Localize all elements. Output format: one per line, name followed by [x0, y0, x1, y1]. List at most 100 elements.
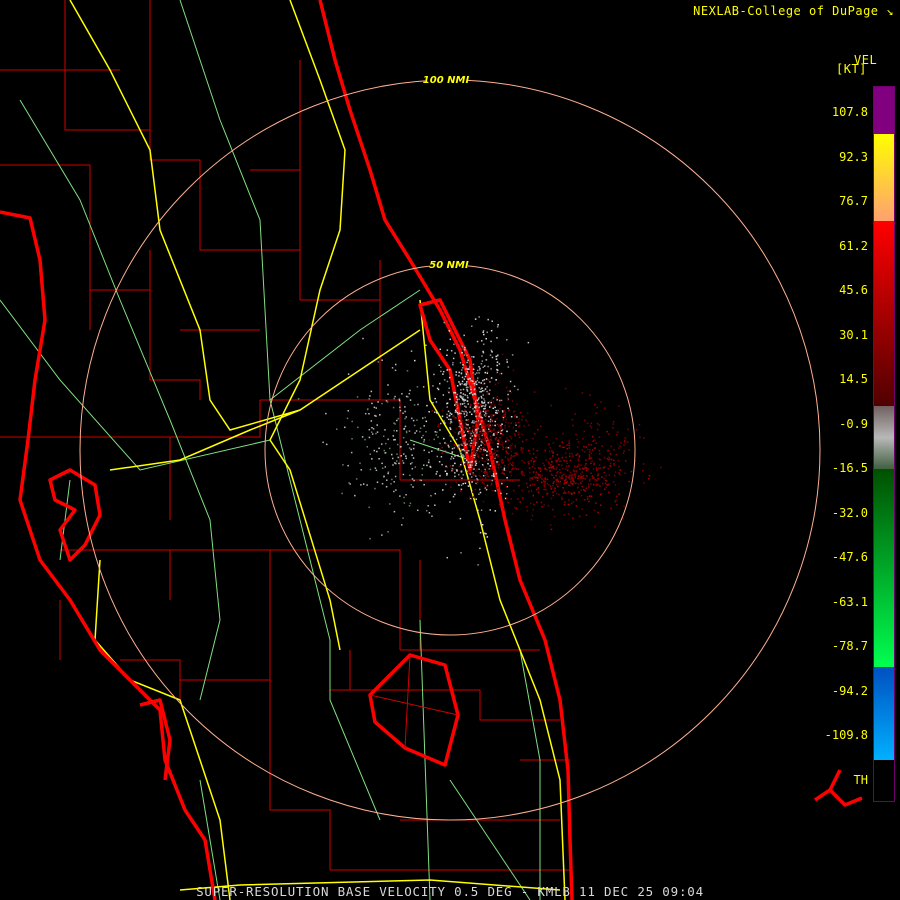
- echo-pixel: [477, 398, 480, 400]
- echo-pixel: [486, 393, 488, 395]
- echo-pixel: [623, 439, 626, 442]
- echo-pixel: [556, 492, 558, 495]
- echo-pixel: [569, 459, 572, 462]
- echo-pixel: [522, 472, 524, 474]
- echo-pixel: [425, 344, 427, 347]
- echo-pixel: [411, 417, 413, 420]
- echo-pixel: [521, 459, 524, 462]
- echo-pixel: [486, 390, 488, 393]
- echo-pixel: [485, 425, 487, 428]
- echo-pixel: [469, 464, 471, 466]
- echo-pixel: [347, 410, 349, 412]
- echo-pixel: [517, 433, 520, 436]
- echo-pixel: [396, 419, 398, 422]
- echo-pixel: [623, 450, 626, 452]
- echo-pixel: [477, 405, 480, 407]
- echo-pixel: [456, 470, 458, 472]
- range-ring-100: [79, 79, 821, 821]
- echo-pixel: [479, 531, 482, 534]
- echo-pixel: [528, 490, 530, 493]
- echo-pixel: [461, 367, 464, 369]
- echo-pixel: [376, 450, 378, 453]
- echo-pixel: [485, 337, 487, 340]
- echo-pixel: [471, 491, 474, 493]
- echo-pixel: [531, 466, 534, 468]
- echo-pixel: [589, 448, 591, 451]
- echo-pixel: [483, 430, 486, 432]
- echo-pixel: [603, 466, 606, 468]
- echo-pixel: [578, 515, 581, 518]
- echo-pixel: [556, 466, 558, 469]
- echo-pixel: [446, 380, 449, 383]
- echo-pixel: [454, 475, 456, 478]
- echo-pixel: [457, 435, 459, 437]
- echo-pixel: [480, 430, 483, 433]
- echo-pixel: [578, 456, 581, 458]
- echo-pixel: [608, 491, 610, 494]
- echo-pixel: [477, 564, 479, 566]
- echo-pixel: [394, 475, 397, 478]
- echo-pixel: [577, 459, 580, 462]
- echo-pixel: [464, 405, 466, 407]
- echo-pixel: [542, 462, 544, 465]
- echo-pixel: [451, 468, 454, 470]
- echo-pixel: [376, 424, 378, 426]
- echo-pixel: [603, 472, 605, 474]
- echo-pixel: [507, 459, 510, 462]
- echo-pixel: [484, 371, 487, 374]
- echo-pixel: [532, 453, 535, 455]
- echo-pixel: [456, 398, 459, 401]
- echo-pixel: [565, 479, 567, 481]
- echo-pixel: [428, 451, 430, 454]
- echo-pixel: [596, 483, 598, 485]
- echo-pixel: [462, 443, 465, 445]
- echo-pixel: [512, 467, 514, 470]
- echo-pixel: [461, 410, 463, 412]
- echo-pixel: [472, 356, 475, 358]
- echo-pixel: [498, 403, 501, 405]
- echo-pixel: [469, 411, 471, 413]
- echo-pixel: [472, 372, 474, 374]
- echo-pixel: [548, 463, 550, 465]
- credit-label: NEXLAB-College of DuPage ↘: [693, 4, 894, 18]
- echo-pixel: [428, 411, 430, 413]
- echo-pixel: [452, 464, 454, 467]
- echo-pixel: [494, 510, 497, 512]
- echo-pixel: [494, 455, 497, 457]
- echo-pixel: [623, 505, 625, 508]
- echo-pixel: [563, 490, 566, 493]
- echo-pixel: [495, 411, 497, 414]
- echo-pixel: [595, 484, 598, 487]
- echo-pixel: [479, 367, 481, 370]
- echo-pixel: [480, 397, 483, 399]
- echo-pixel: [467, 461, 470, 463]
- legend-tick: -94.2: [831, 683, 868, 698]
- echo-pixel: [439, 442, 441, 445]
- echo-pixel: [475, 498, 477, 500]
- echo-pixel: [609, 452, 612, 455]
- echo-pixel: [465, 384, 467, 387]
- echo-pixel: [463, 402, 466, 405]
- echo-pixel: [470, 379, 472, 382]
- echo-pixel: [408, 430, 411, 432]
- echo-pixel: [368, 413, 370, 415]
- echo-pixel: [469, 470, 471, 473]
- echo-pixel: [552, 455, 554, 457]
- echo-pixel: [583, 445, 585, 448]
- echo-pixel: [584, 478, 586, 480]
- echo-pixel: [544, 449, 547, 452]
- echo-pixel: [421, 467, 424, 470]
- color-segment: [874, 469, 894, 667]
- echo-pixel: [460, 453, 463, 456]
- echo-pixel: [604, 407, 606, 409]
- echo-pixel: [491, 419, 493, 422]
- echo-pixel: [495, 409, 497, 412]
- echo-pixel: [471, 468, 473, 470]
- echo-pixel: [387, 472, 389, 475]
- echo-pixel: [471, 481, 473, 483]
- echo-pixel: [568, 455, 571, 457]
- echo-pixel: [381, 482, 384, 485]
- echo-pixel: [452, 495, 455, 498]
- echo-pixel: [496, 444, 499, 446]
- echo-pixel: [510, 416, 513, 418]
